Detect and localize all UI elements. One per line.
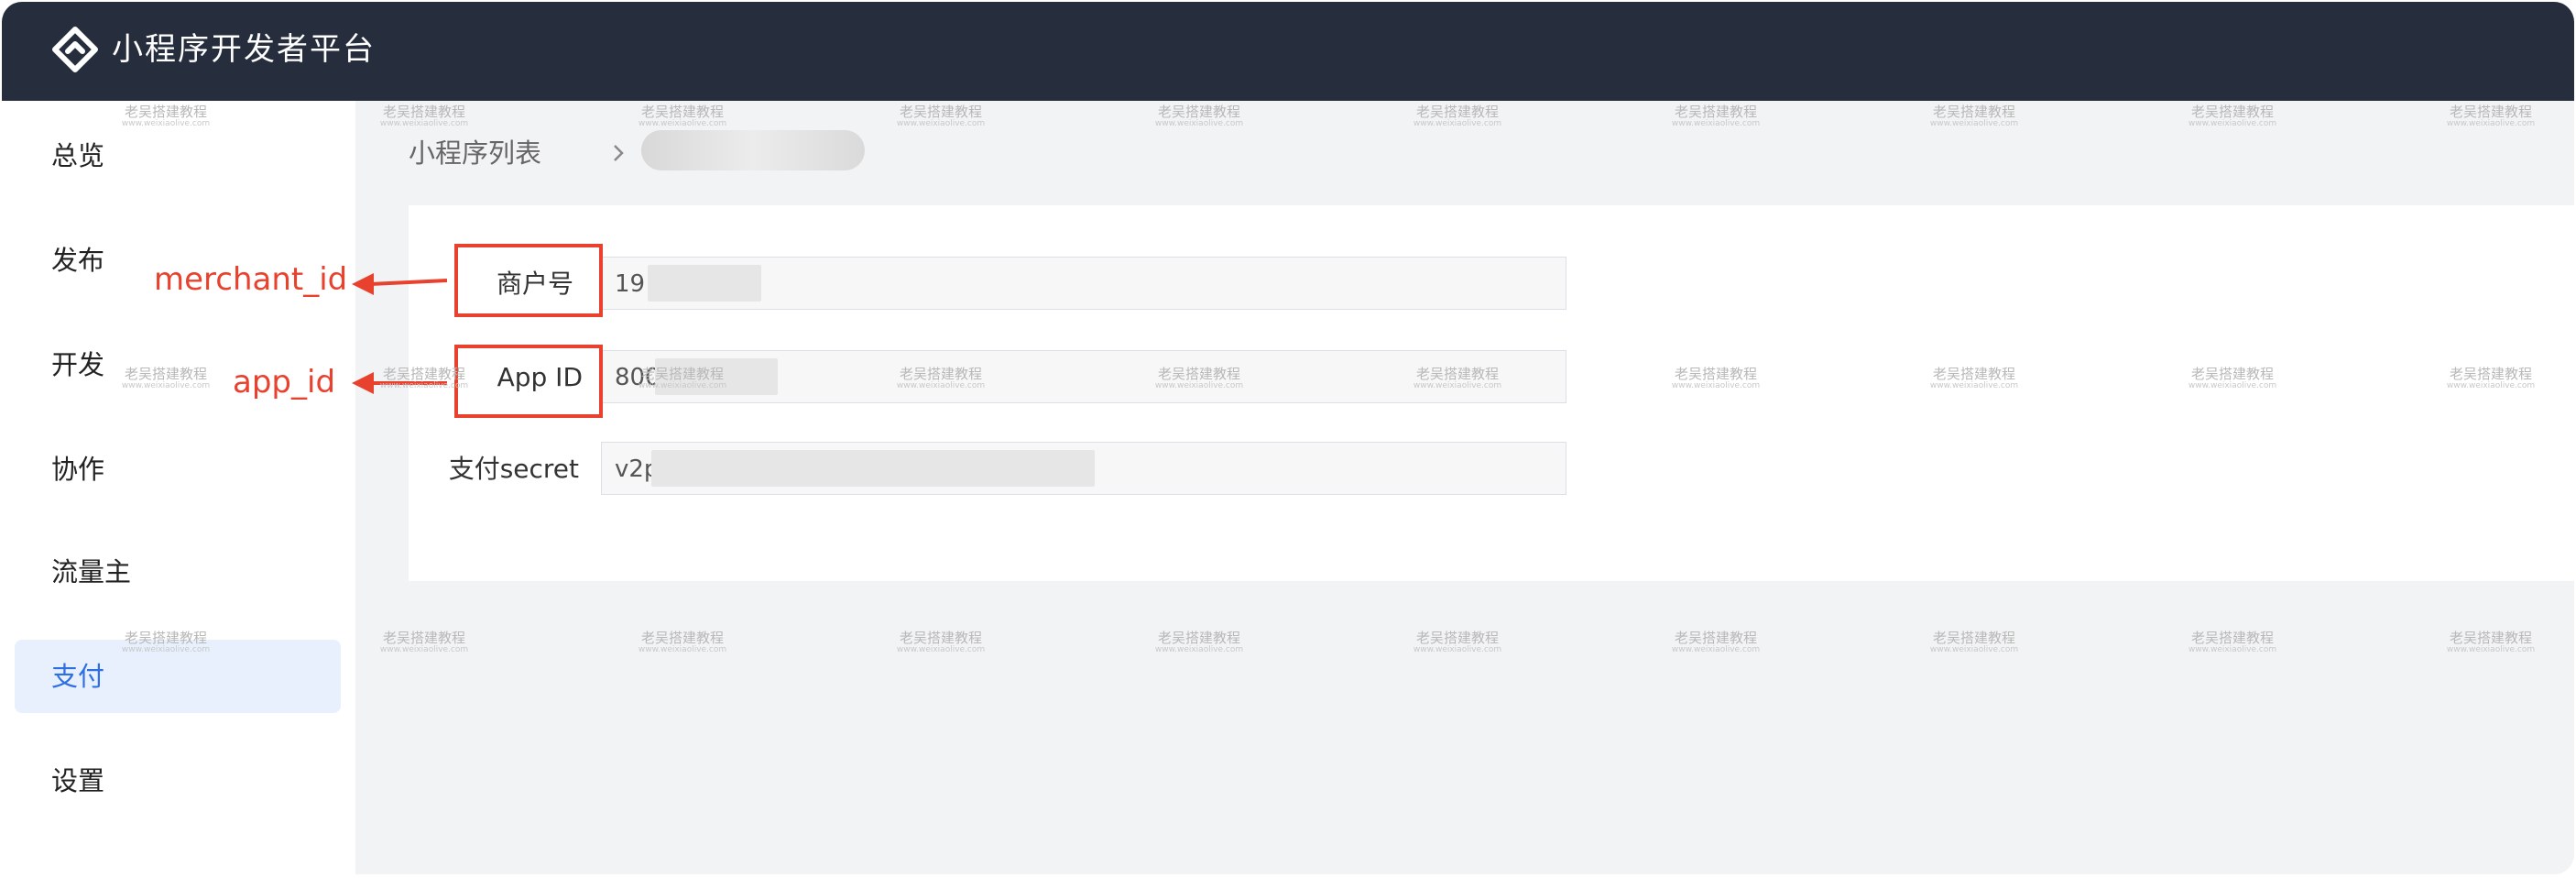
- chevron-right-icon: [614, 145, 624, 161]
- app-id-input[interactable]: 800: [601, 350, 1566, 403]
- payment-settings-card: 商户号 19 App ID 800 支付secret v2p: [409, 205, 2574, 581]
- main-content: 小程序列表 商户号 19 App ID 800 支付secret v2p: [355, 101, 2574, 874]
- masked-value: [655, 358, 778, 395]
- merchant-id-value: 19: [615, 270, 646, 298]
- app-id-annotation: app_id: [233, 364, 336, 401]
- sidebar-item-label: 总览: [51, 140, 105, 171]
- breadcrumb-root-link[interactable]: 小程序列表: [409, 137, 541, 169]
- pay-secret-label: 支付secret: [448, 454, 579, 484]
- sidebar-item-label: 支付: [51, 661, 105, 692]
- sidebar-item-overview[interactable]: 总览: [15, 119, 341, 192]
- sidebar-item-payment[interactable]: 支付: [15, 640, 341, 713]
- mini-program-logo-icon[interactable]: [49, 24, 101, 75]
- app-id-highlight-box: [454, 345, 603, 418]
- app-id-value: 800: [615, 364, 660, 391]
- masked-value: [651, 450, 1095, 487]
- merchant-id-input[interactable]: 19: [601, 257, 1566, 310]
- arrow-left-icon: [352, 372, 447, 394]
- arrow-left-icon: [352, 273, 448, 295]
- pay-secret-input[interactable]: v2p: [601, 442, 1566, 495]
- masked-value: [648, 265, 761, 302]
- sidebar-item-traffic-owner[interactable]: 流量主: [15, 535, 341, 609]
- sidebar-item-label: 流量主: [51, 556, 132, 587]
- merchant-id-annotation: merchant_id: [154, 261, 348, 298]
- app-title: 小程序开发者平台: [112, 31, 376, 68]
- sidebar-item-settings[interactable]: 设置: [15, 744, 341, 818]
- merchant-id-highlight-box: [454, 244, 603, 317]
- sidebar-item-label: 设置: [51, 765, 105, 796]
- sidebar-item-label: 发布: [51, 245, 105, 276]
- breadcrumb-current-masked: [641, 130, 865, 170]
- app-window: 小程序开发者平台 总览 发布 开发 协作 流量主 支付 设置 小程序列表 商户号…: [2, 2, 2574, 874]
- top-bar: 小程序开发者平台: [2, 2, 2574, 101]
- sidebar: 总览 发布 开发 协作 流量主 支付 设置: [2, 101, 355, 874]
- breadcrumb: 小程序列表: [409, 130, 865, 176]
- sidebar-item-collaboration[interactable]: 协作: [15, 433, 341, 506]
- sidebar-item-label: 开发: [51, 349, 105, 380]
- sidebar-item-label: 协作: [51, 454, 105, 485]
